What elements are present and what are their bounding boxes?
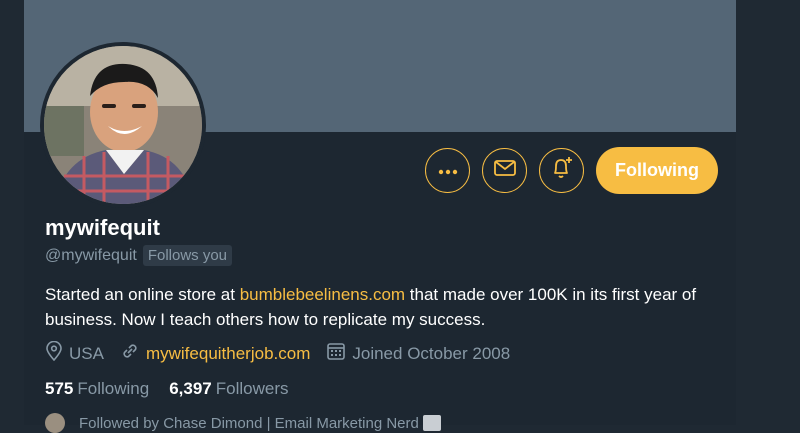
more-icon <box>438 162 458 180</box>
follows-you-badge: Follows you <box>142 245 233 266</box>
location-text: USA <box>69 343 104 363</box>
followers-count-link[interactable]: 6,397 Followers <box>169 379 288 399</box>
envelope-icon <box>493 159 516 182</box>
more-button[interactable] <box>425 148 470 193</box>
website-item[interactable]: mywifequitherjob.com <box>120 341 310 366</box>
following-button[interactable]: Following <box>596 147 718 194</box>
profile-actions: Following <box>425 147 718 194</box>
profile-bio: Started an online store at bumblebeeline… <box>45 282 705 332</box>
location-item: USA <box>45 340 104 366</box>
bio-text-start: Started an online store at <box>45 285 240 304</box>
following-label: Following <box>77 379 150 398</box>
profile-meta: USA mywifequitherjob.com Joined October … <box>45 340 526 366</box>
joined-text: Joined October 2008 <box>352 343 511 363</box>
bell-plus-icon <box>549 155 575 186</box>
following-count-link[interactable]: 575 Following <box>45 379 149 399</box>
calendar-icon <box>326 341 352 366</box>
handle-row: @mywifequit Follows you <box>45 245 233 266</box>
link-icon <box>120 341 146 366</box>
followed-by-row[interactable]: Followed by Chase Dimond | Email Marketi… <box>45 413 441 433</box>
profile-name: mywifequit <box>45 215 160 240</box>
avatar[interactable] <box>40 42 206 208</box>
website-link[interactable]: mywifequitherjob.com <box>146 344 310 364</box>
message-button[interactable] <box>482 148 527 193</box>
following-count: 575 <box>45 379 74 398</box>
joined-item: Joined October 2008 <box>326 341 510 366</box>
notifications-button[interactable] <box>539 148 584 193</box>
location-pin-icon <box>45 340 69 366</box>
follow-counts: 575 Following 6,397 Followers <box>45 379 308 399</box>
emoji-icon <box>422 415 441 431</box>
profile-card: Following mywifequit @mywifequit Follows… <box>24 0 736 433</box>
followers-count: 6,397 <box>169 379 212 398</box>
follower-avatar <box>45 413 65 433</box>
bio-link[interactable]: bumblebeelinens.com <box>240 285 405 304</box>
followers-label: Followers <box>215 379 289 398</box>
profile-handle: @mywifequit <box>45 246 137 264</box>
followed-by-text: Followed by Chase Dimond | Email Marketi… <box>79 414 419 432</box>
